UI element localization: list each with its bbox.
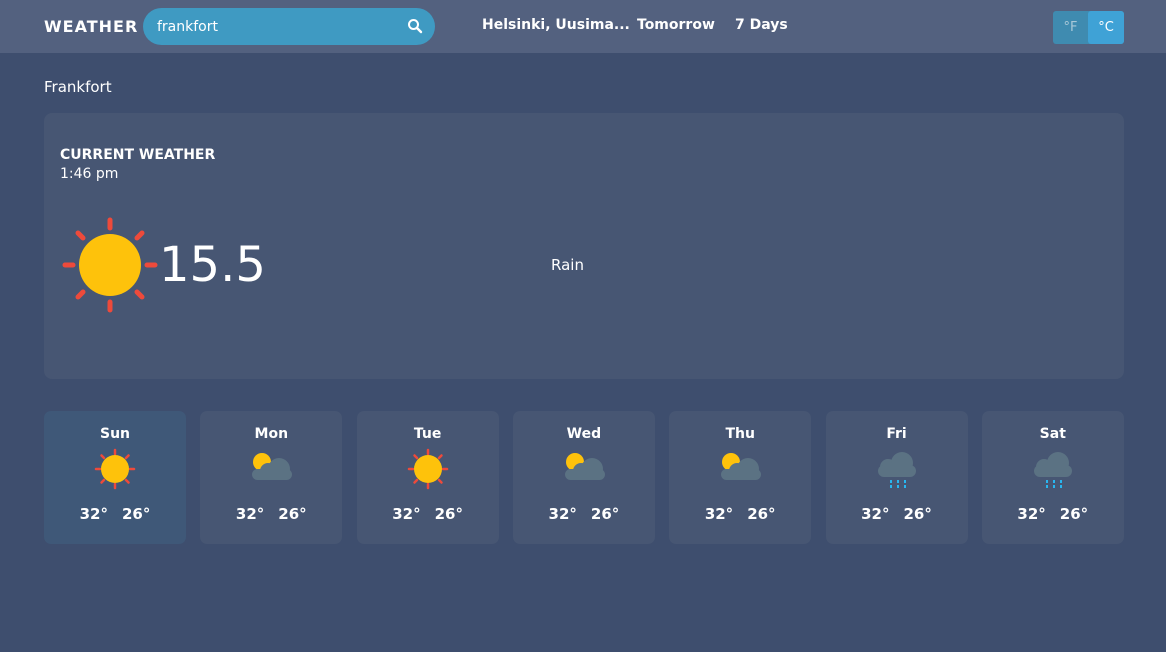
day-card-sun[interactable]: Sun 32° 26°: [44, 411, 186, 544]
low-temperature: 26°: [278, 505, 307, 523]
unit-toggle: °F °C: [1053, 11, 1124, 44]
search-icon[interactable]: [407, 18, 423, 34]
brand-logo[interactable]: WEATHER: [44, 17, 138, 36]
nav-tomorrow[interactable]: Tomorrow: [637, 17, 715, 33]
city-name: Frankfort: [44, 78, 112, 96]
low-temperature: 26°: [1059, 505, 1089, 523]
day-name: Thu: [725, 426, 755, 442]
current-weather-card: CURRENT WEATHER 1:46 pm 15.5 Rain: [44, 113, 1124, 379]
day-name: Wed: [566, 426, 602, 442]
low-temperature: 26°: [747, 505, 776, 523]
day-name: Tue: [413, 426, 442, 442]
high-temperature: 32°: [235, 505, 265, 523]
day-card-mon[interactable]: Mon 32° 26°: [200, 411, 343, 544]
day-name: Fri: [886, 426, 907, 442]
partly-cloudy-icon: [252, 453, 293, 480]
high-temperature: 32°: [548, 505, 577, 523]
search-input[interactable]: [157, 17, 397, 37]
sun-icon: [62, 217, 158, 313]
celsius-button[interactable]: °C: [1088, 11, 1124, 44]
day-card-fri[interactable]: Fri 32° 26°: [825, 411, 968, 544]
low-temperature: 26°: [434, 505, 463, 523]
top-bar: WEATHER Helsinki, Uusima... Tomorrow 7 D…: [0, 0, 1166, 53]
partly-cloudy-icon: [564, 453, 605, 480]
day-temperatures: 32° 26°: [669, 505, 811, 523]
day-temperatures: 32° 26°: [357, 505, 499, 523]
day-card-wed[interactable]: Wed 32° 26°: [512, 411, 655, 544]
day-name: Sat: [1039, 426, 1066, 442]
high-temperature: 32°: [704, 505, 734, 523]
rain-cloud-icon: [1033, 452, 1072, 489]
day-temperatures: 32° 26°: [44, 505, 186, 523]
low-temperature: 26°: [903, 505, 932, 523]
day-temperatures: 32° 26°: [200, 505, 342, 523]
current-time: 1:46 pm: [60, 166, 119, 182]
day-card-thu[interactable]: Thu 32° 26°: [669, 411, 812, 544]
day-name: Mon: [254, 426, 289, 442]
partly-cloudy-icon: [721, 453, 762, 480]
sun-icon: [94, 448, 136, 490]
day-card-sat[interactable]: Sat 32° 26°: [981, 411, 1124, 544]
high-temperature: 32°: [861, 505, 890, 523]
high-temperature: 32°: [1017, 505, 1046, 523]
rain-cloud-icon: [877, 452, 916, 489]
sun-icon: [407, 448, 448, 490]
current-temperature: 15.5: [159, 237, 266, 293]
nav-7-days[interactable]: 7 Days: [735, 17, 788, 33]
current-weather-title: CURRENT WEATHER: [60, 147, 216, 163]
fahrenheit-button[interactable]: °F: [1053, 11, 1088, 44]
day-name: Sun: [99, 426, 131, 442]
high-temperature: 32°: [79, 505, 108, 523]
low-temperature: 26°: [590, 505, 620, 523]
day-card-tue[interactable]: Tue 32° 26°: [356, 411, 499, 544]
high-temperature: 32°: [392, 505, 421, 523]
low-temperature: 26°: [122, 505, 151, 523]
day-temperatures: 32° 26°: [513, 505, 655, 523]
nav-location[interactable]: Helsinki, Uusima...: [482, 17, 630, 33]
day-temperatures: 32° 26°: [826, 505, 968, 523]
day-temperatures: 32° 26°: [982, 505, 1124, 523]
search-box: [143, 8, 435, 45]
current-description: Rain: [551, 256, 584, 274]
